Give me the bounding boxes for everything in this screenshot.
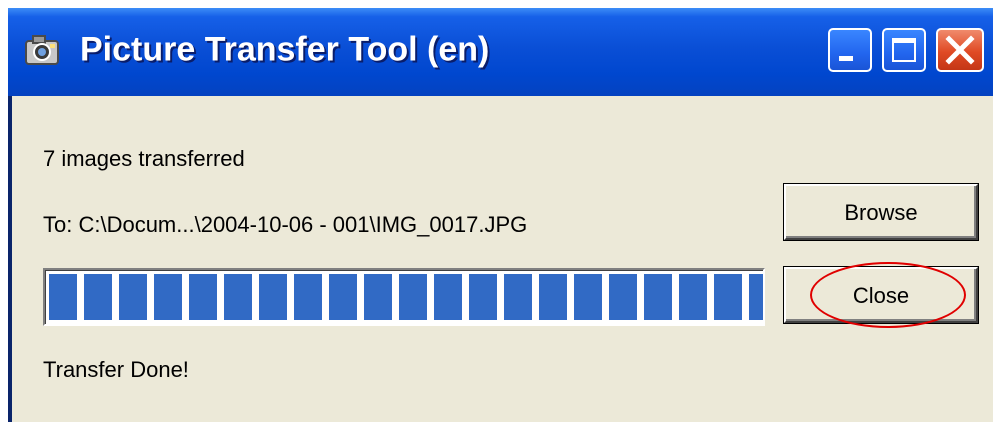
close-button[interactable]: Close (784, 267, 978, 323)
destination-path-text: To: C:\Docum...\2004-10-06 - 001\IMG_001… (43, 212, 528, 237)
close-icon (945, 35, 975, 65)
images-transferred-text: 7 images transferred (43, 146, 245, 171)
transfer-status-text: Transfer Done! (43, 357, 189, 382)
progress-fill (49, 274, 763, 320)
maximize-button[interactable] (882, 28, 926, 72)
close-window-button[interactable] (936, 28, 984, 72)
minimize-icon (839, 56, 853, 61)
window-title: Picture Transfer Tool (en) (80, 30, 490, 69)
maximize-icon (892, 38, 916, 62)
picture-transfer-window: Picture Transfer Tool (en) 7 images tran… (8, 8, 993, 422)
minimize-button[interactable] (828, 28, 872, 72)
dialog-body: 7 images transferred To: C:\Docum...\200… (12, 96, 993, 422)
browse-button[interactable]: Browse (784, 184, 978, 240)
transfer-progress-bar (43, 268, 765, 326)
camera-icon (24, 32, 62, 68)
title-bar[interactable]: Picture Transfer Tool (en) (8, 8, 993, 96)
